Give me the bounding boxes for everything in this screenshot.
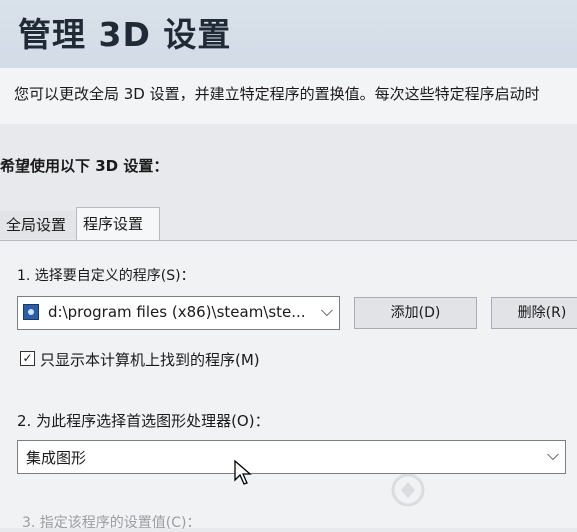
- step1-label: 1. 选择要自定义的程序(S)：: [17, 268, 195, 284]
- application-icon: [23, 304, 39, 320]
- step2-label: 2. 为此程序选择首选图形处理器(O)：: [17, 412, 270, 430]
- graphics-processor-select[interactable]: 集成图形 ⌵: [17, 440, 566, 474]
- graphics-processor-value: 集成图形: [26, 449, 87, 467]
- settings-prompt: 希望使用以下 3D 设置：: [0, 157, 169, 175]
- header-bar: 管理 3D 设置: [0, 0, 577, 68]
- page-title: 管理 3D 设置: [18, 15, 232, 54]
- watermark-logo: [391, 473, 425, 507]
- show-found-programs-label: 只显示本计算机上找到的程序(M): [40, 351, 260, 369]
- remove-button[interactable]: 删除(R): [491, 297, 577, 329]
- add-button[interactable]: 添加(D): [354, 297, 477, 329]
- show-found-programs-checkbox[interactable]: ✓: [20, 351, 35, 366]
- chevron-down-icon: ⌵: [546, 445, 559, 464]
- mouse-pointer-icon: [234, 460, 252, 485]
- page-description: 您可以更改全局 3D 设置，并建立特定程序的置换值。每次这些特定程序启动时: [14, 85, 540, 103]
- tab-program-settings[interactable]: 程序设置: [76, 207, 160, 240]
- chevron-down-icon: ⌵: [320, 301, 333, 320]
- program-select[interactable]: d:\program files (x86)\steam\ste... ⌵: [17, 296, 340, 330]
- program-select-value: d:\program files (x86)\steam\ste...: [48, 303, 306, 321]
- step3-label: 3. 指定该程序的设置值(C)：: [22, 515, 201, 531]
- tab-global-settings[interactable]: 全局设置: [0, 211, 78, 239]
